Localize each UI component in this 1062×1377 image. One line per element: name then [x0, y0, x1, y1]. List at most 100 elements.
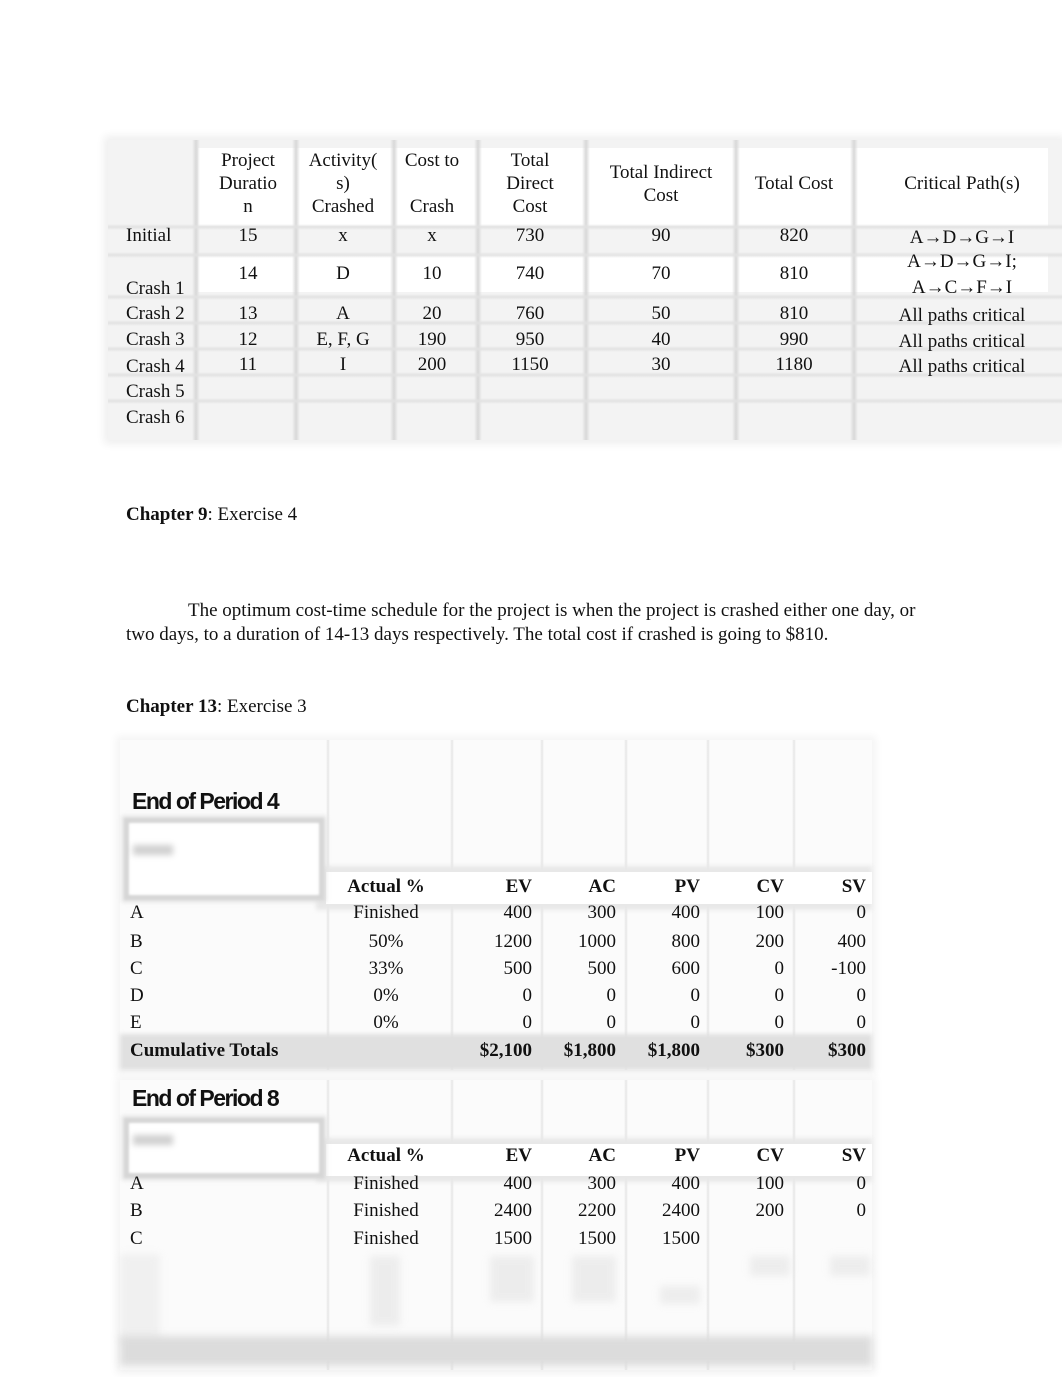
- task-label: C: [130, 958, 143, 979]
- column-header: Actual %: [347, 876, 425, 897]
- column-header: CV: [756, 876, 784, 897]
- column-divider: [850, 140, 858, 440]
- cell-ev: 500: [503, 958, 533, 979]
- column-header: PV: [674, 1145, 700, 1166]
- column-divider: [706, 1080, 710, 1370]
- column-divider: [792, 1080, 796, 1370]
- cell-cv: 0: [774, 958, 785, 979]
- cell-ac: 2200: [578, 1200, 616, 1221]
- obscured-cell: [120, 1254, 160, 1344]
- task-label: D: [130, 985, 144, 1006]
- header-line: Total Indirect: [609, 162, 713, 183]
- cell-cost-to-crash: 200: [417, 354, 447, 375]
- cell-pv: 1500: [662, 1228, 700, 1249]
- column-header: EV: [505, 876, 532, 897]
- cell-actual: 0%: [373, 985, 399, 1006]
- cell-duration: 15: [238, 225, 258, 246]
- cell-ev: 400: [503, 1173, 533, 1194]
- name-box: [124, 1118, 324, 1178]
- ev-table-period-8: [120, 1080, 872, 1370]
- cell-critical-paths: All paths critical: [870, 329, 1054, 355]
- column-divider: [326, 1080, 330, 1370]
- chapter-13-heading: Chapter 13: Exercise 3: [126, 696, 307, 718]
- column-divider: [474, 140, 482, 440]
- cell-ac: 500: [587, 958, 617, 979]
- task-label: C: [130, 1228, 143, 1249]
- total-cv: $300: [746, 1040, 784, 1061]
- cell-cv: 100: [755, 1173, 785, 1194]
- ev-table-title: End of Period 4: [132, 788, 280, 814]
- row-divider: [108, 398, 1062, 404]
- cell-ev: 0: [522, 985, 533, 1006]
- cell-cost-to-crash: 10: [422, 263, 442, 284]
- cell-total-indirect: 30: [651, 354, 671, 375]
- cell-ac: 300: [587, 1173, 617, 1194]
- cell-sv: 0: [856, 902, 867, 923]
- header-line: Direct: [506, 173, 554, 194]
- cell-cost-to-crash: 20: [422, 303, 442, 324]
- chapter-9-answer: The optimum cost-time schedule for the p…: [126, 600, 916, 645]
- column-header: SV: [841, 876, 866, 897]
- cell-critical-paths: All paths critical: [870, 354, 1054, 380]
- cell-ac: 1000: [578, 931, 616, 952]
- cell-total-direct: 760: [515, 303, 545, 324]
- obscured-totals-row: [120, 1336, 872, 1366]
- cell-total-cost: 1180: [775, 354, 813, 375]
- cell-cv: 200: [755, 931, 785, 952]
- column-divider: [192, 140, 200, 440]
- cell-total-cost: 990: [779, 329, 809, 350]
- header-line: n: [243, 196, 253, 217]
- header-total-cost: Total Cost: [754, 173, 834, 194]
- exercise-label: : Exercise 3: [216, 696, 307, 717]
- cell-total-cost: 810: [779, 263, 809, 284]
- cell-pv: 400: [671, 902, 701, 923]
- row-label: Crash 3: [126, 329, 185, 350]
- row-label: Initial: [126, 225, 172, 246]
- column-divider: [582, 140, 590, 440]
- task-label: B: [130, 931, 143, 952]
- column-divider: [624, 1080, 628, 1370]
- cell-total-indirect: 70: [651, 263, 671, 284]
- cell-ev: 1200: [494, 931, 532, 952]
- cell-duration: 12: [238, 329, 258, 350]
- obscured-cell: [830, 1256, 870, 1276]
- column-divider: [540, 1080, 544, 1370]
- header-line: s): [336, 173, 350, 194]
- header-line: Activity(: [308, 150, 378, 171]
- header-line: Duratio: [218, 173, 278, 194]
- cell-critical-paths: A→D→G→I; A→C→F→I: [870, 249, 1054, 301]
- ev-table-title: End of Period 8: [132, 1085, 280, 1111]
- cell-actual: 0%: [373, 1012, 399, 1033]
- cell-ac: 0: [606, 1012, 617, 1033]
- row-label: Crash 2: [126, 303, 185, 324]
- cell-duration: 14: [238, 263, 258, 284]
- cell-ev: 400: [503, 902, 533, 923]
- total-sv: $300: [828, 1040, 866, 1061]
- row-label: Crash 6: [126, 407, 185, 428]
- header-project-duration: Project Duratio n: [208, 149, 288, 218]
- cell-total-indirect: 50: [651, 303, 671, 324]
- cell-actual: Finished: [353, 1200, 419, 1221]
- exercise-label: : Exercise 4: [207, 504, 298, 525]
- header-line: Crashed: [311, 196, 375, 217]
- chapter-9-heading: Chapter 9: Exercise 4: [126, 504, 297, 526]
- header-line: Crash: [409, 196, 455, 217]
- total-ev: $2,100: [479, 1040, 532, 1061]
- name-box: [124, 818, 324, 900]
- totals-label: Cumulative Totals: [130, 1040, 279, 1061]
- cell-actual: Finished: [353, 902, 419, 923]
- cell-sv: 0: [856, 1200, 867, 1221]
- cell-actual: 33%: [368, 958, 404, 979]
- column-header: AC: [588, 1145, 616, 1166]
- obscured-cell: [370, 1256, 400, 1326]
- cell-cv: 200: [755, 1200, 785, 1221]
- header-total-direct-cost: Total Direct Cost: [490, 149, 570, 218]
- row-label: Crash 1: [126, 278, 185, 299]
- cell-pv: 0: [690, 1012, 701, 1033]
- cell-cost-to-crash: x: [427, 225, 437, 246]
- cell-sv: 400: [837, 931, 867, 952]
- cell-duration: 11: [238, 354, 258, 375]
- obscured-cell: [490, 1256, 534, 1302]
- critical-path-line: All paths critical: [898, 356, 1026, 377]
- critical-path-line: A→D→G→I: [909, 227, 1015, 248]
